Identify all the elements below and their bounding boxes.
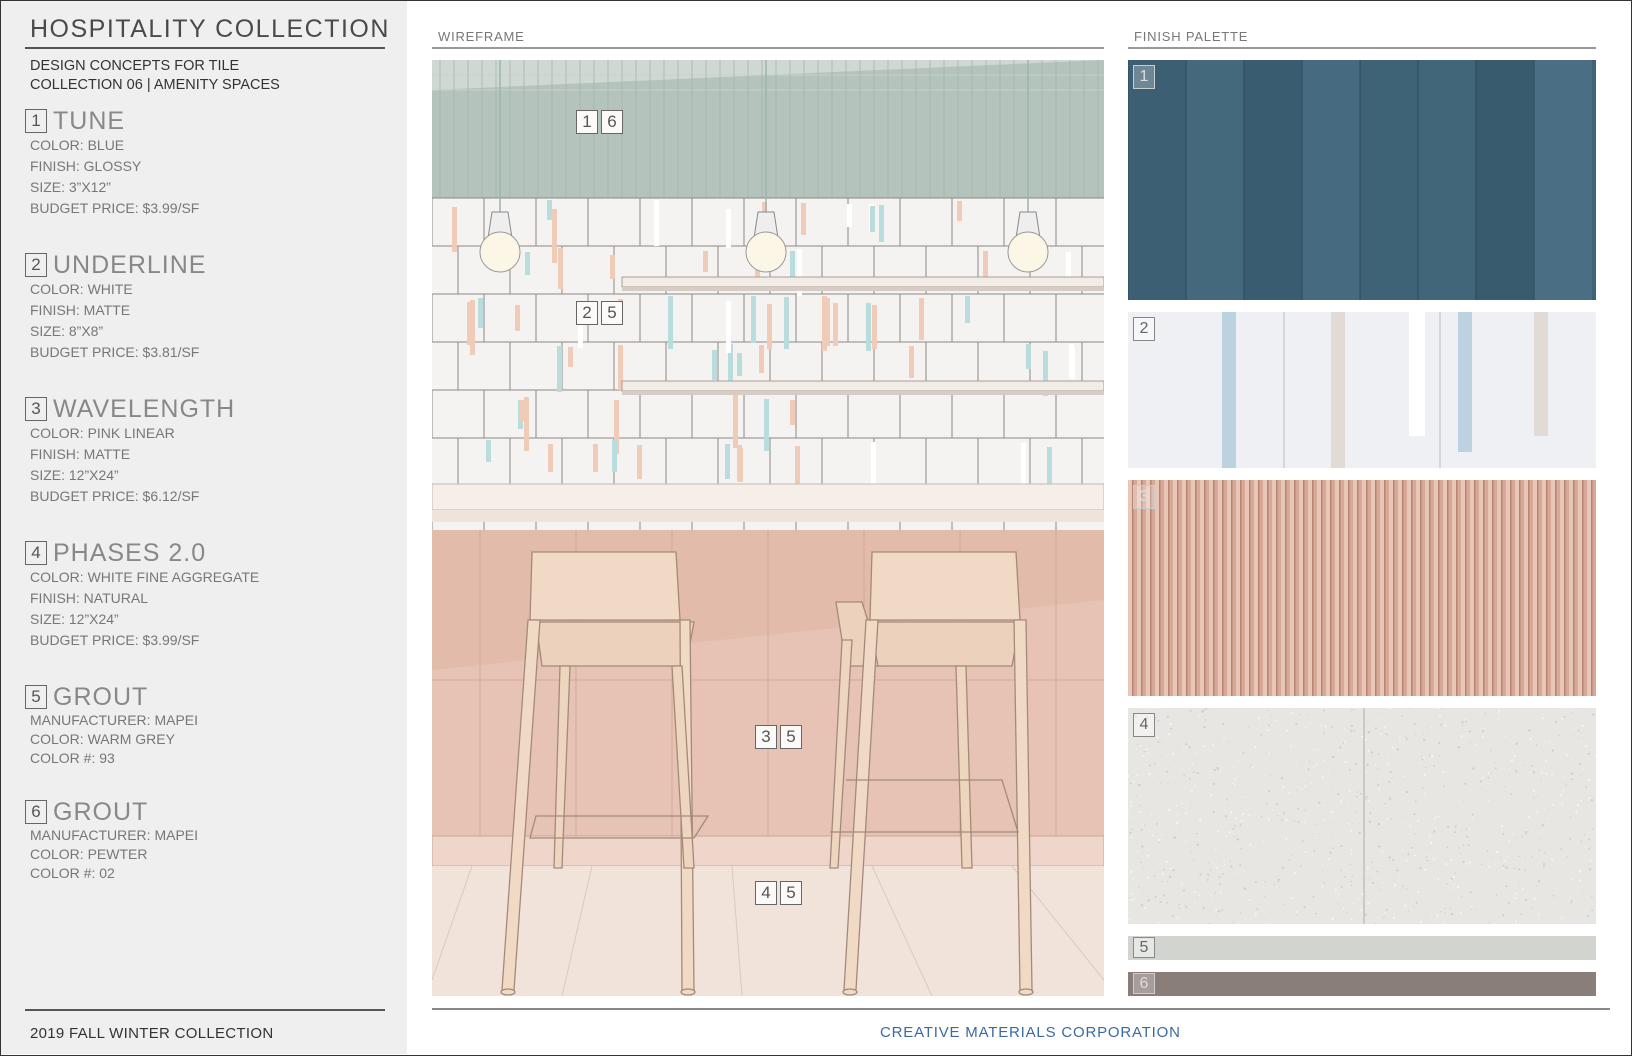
footer-divider xyxy=(25,1009,385,1011)
palette-divider xyxy=(1128,47,1596,49)
wireframe-tag-2-5: 2 5 xyxy=(576,301,623,325)
item-number-badge: 4 xyxy=(25,541,47,565)
title-divider xyxy=(25,47,385,49)
swatch-1-texture xyxy=(1128,60,1596,300)
tag-number: 3 xyxy=(755,725,777,749)
item-name: TUNE xyxy=(53,106,126,135)
item-price: BUDGET PRICE: $6.12/SF xyxy=(30,488,200,504)
palette-label: FINISH PALETTE xyxy=(1134,29,1249,44)
tag-number: 5 xyxy=(601,301,623,325)
item-size: SIZE: 12”X24” xyxy=(30,467,119,483)
bar-scene-illustration xyxy=(432,60,1104,996)
spec-item-phases: 4 PHASES 2.0 COLOR: WHITE FINE AGGREGATE … xyxy=(25,539,259,651)
item-finish: FINISH: MATTE xyxy=(30,302,131,318)
swatch-4-texture xyxy=(1128,708,1596,924)
item-name: PHASES 2.0 xyxy=(53,538,207,567)
footer-divider xyxy=(432,1008,1610,1010)
tag-number: 4 xyxy=(755,881,777,905)
item-color: COLOR: WARM GREY xyxy=(30,731,175,747)
swatch-number: 2 xyxy=(1133,317,1155,341)
swatch-number: 6 xyxy=(1133,973,1155,994)
item-size: SIZE: 8”X8” xyxy=(30,323,104,339)
item-size: SIZE: 12”X24” xyxy=(30,611,119,627)
item-size: SIZE: 3”X12” xyxy=(30,179,111,195)
item-name: WAVELENGTH xyxy=(53,394,236,423)
wireframe-tag-1-6: 1 6 xyxy=(576,110,623,134)
item-number-badge: 6 xyxy=(25,800,47,824)
spec-item-wavelength: 3 WAVELENGTH COLOR: PINK LINEAR FINISH: M… xyxy=(25,395,235,507)
swatch-underline-white: 2 xyxy=(1128,312,1596,468)
item-finish: FINISH: MATTE xyxy=(30,446,131,462)
item-number-badge: 1 xyxy=(25,109,47,133)
item-color: COLOR: PINK LINEAR xyxy=(30,425,175,441)
swatch-1-planks xyxy=(1128,60,1592,300)
item-price: BUDGET PRICE: $3.99/SF xyxy=(30,200,200,216)
item-manufacturer: MANUFACTURER: MAPEI xyxy=(30,827,199,843)
item-number-badge: 2 xyxy=(25,253,47,277)
item-color-number: COLOR #: 02 xyxy=(30,865,115,881)
wireframe-tag-3-5: 3 5 xyxy=(755,725,802,749)
swatch-number: 5 xyxy=(1133,937,1155,958)
tag-number: 1 xyxy=(576,110,598,134)
tag-number: 5 xyxy=(780,881,802,905)
item-number-badge: 5 xyxy=(25,685,47,709)
item-color-number: COLOR #: 93 xyxy=(30,750,115,766)
swatch-number: 4 xyxy=(1133,713,1155,737)
item-color: COLOR: PEWTER xyxy=(30,846,148,862)
wireframe-tag-4-5: 4 5 xyxy=(755,881,802,905)
item-price: BUDGET PRICE: $3.99/SF xyxy=(30,632,200,648)
tag-number: 5 xyxy=(780,725,802,749)
counter-edge xyxy=(432,510,1104,522)
wireframe-divider xyxy=(432,47,1104,49)
item-name: GROUT xyxy=(53,682,149,711)
swatch-grout-pewter: 6 xyxy=(1128,972,1596,996)
item-name: GROUT xyxy=(53,797,149,826)
swatch-wavelength-pink: 3 xyxy=(1128,480,1596,696)
collection-title: HOSPITALITY COLLECTION xyxy=(30,15,390,43)
spec-item-underline: 2 UNDERLINE COLOR: WHITE FINISH: MATTE SI… xyxy=(25,251,206,363)
counter-top xyxy=(432,483,1104,511)
item-name: UNDERLINE xyxy=(53,250,207,279)
spec-item-tune: 1 TUNE COLOR: BLUE FINISH: GLOSSY SIZE: 3… xyxy=(25,107,199,219)
company-name: CREATIVE MATERIALS CORPORATION xyxy=(880,1024,1181,1041)
swatch-phases-aggregate: 4 xyxy=(1128,708,1596,924)
footrest-base xyxy=(432,835,1104,867)
tag-number: 2 xyxy=(576,301,598,325)
swatch-3-texture xyxy=(1128,480,1596,696)
item-price: BUDGET PRICE: $3.81/SF xyxy=(30,344,200,360)
wireframe-illustration: 1 6 2 5 3 5 4 5 xyxy=(432,60,1104,996)
swatch-2-texture xyxy=(1128,312,1596,468)
item-color: COLOR: BLUE xyxy=(30,137,125,153)
wireframe-label: WIREFRAME xyxy=(438,29,525,44)
item-number-badge: 3 xyxy=(25,397,47,421)
item-finish: FINISH: GLOSSY xyxy=(30,158,142,174)
collection-subtitle: DESIGN CONCEPTS FOR TILE COLLECTION 06 |… xyxy=(30,57,280,95)
subtitle-line-2: COLLECTION 06 | AMENITY SPACES xyxy=(30,77,280,93)
subtitle-line-1: DESIGN CONCEPTS FOR TILE xyxy=(30,58,240,74)
sidebar: HOSPITALITY COLLECTION DESIGN CONCEPTS F… xyxy=(1,1,407,1054)
spec-item-grout-6: 6 GROUT MANUFACTURER: MAPEI COLOR: PEWTER… xyxy=(25,798,198,883)
tag-number: 6 xyxy=(601,110,623,134)
swatch-number: 1 xyxy=(1133,65,1155,89)
item-color: COLOR: WHITE FINE AGGREGATE xyxy=(30,569,260,585)
item-color: COLOR: WHITE xyxy=(30,281,133,297)
swatch-grout-warm-grey: 5 xyxy=(1128,936,1596,960)
item-finish: FINISH: NATURAL xyxy=(30,590,148,606)
collection-footer: 2019 FALL WINTER COLLECTION xyxy=(30,1025,274,1042)
swatch-number: 3 xyxy=(1133,485,1155,509)
spec-item-grout-5: 5 GROUT MANUFACTURER: MAPEI COLOR: WARM G… xyxy=(25,683,198,768)
swatch-tune-blue: 1 xyxy=(1128,60,1596,300)
item-manufacturer: MANUFACTURER: MAPEI xyxy=(30,712,199,728)
